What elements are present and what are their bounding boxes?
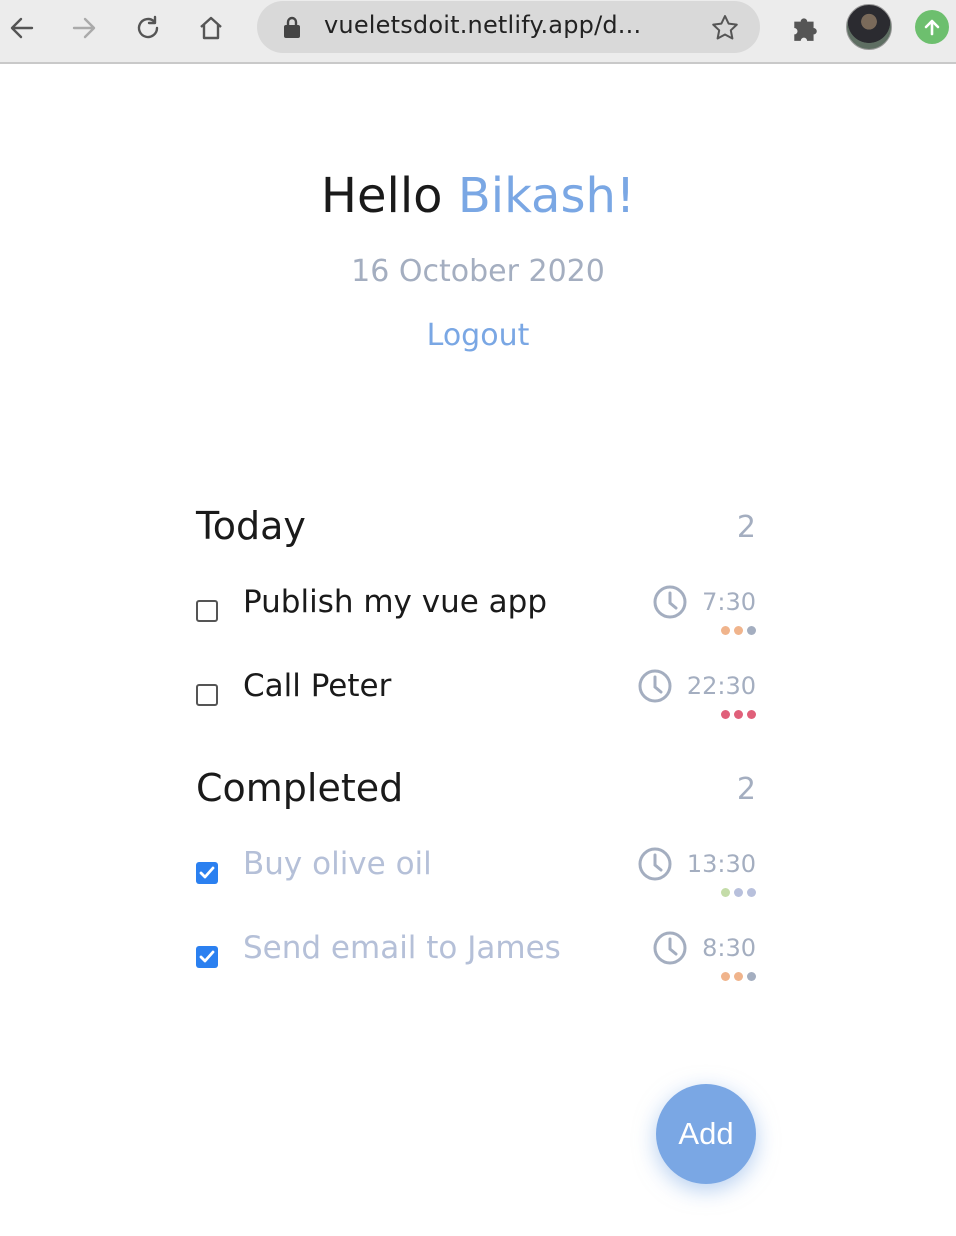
update-button[interactable]	[915, 10, 949, 44]
task-time-text: 7:30	[702, 588, 756, 616]
task-item: Buy olive oil 13:30	[196, 846, 756, 912]
task-time: 8:30	[652, 928, 756, 968]
checkmark-icon	[199, 866, 215, 879]
task-label: Publish my vue app	[243, 584, 548, 620]
task-item: Send email to James 8:30	[196, 930, 756, 996]
priority-dot	[734, 888, 743, 897]
priority-dot	[721, 972, 730, 981]
priority-dots	[721, 888, 756, 897]
browser-toolbar: vueletsdoit.netlify.app/d...	[0, 0, 956, 64]
checkmark-icon	[199, 950, 215, 963]
clock-icon	[638, 669, 672, 703]
url-text: vueletsdoit.netlify.app/d...	[324, 11, 642, 39]
address-bar[interactable]: vueletsdoit.netlify.app/d...	[257, 1, 760, 53]
section-count-today: 2	[736, 510, 756, 545]
clock-icon	[638, 847, 672, 881]
priority-dot	[747, 888, 756, 897]
task-time: 7:30	[652, 582, 756, 622]
home-icon	[200, 16, 222, 40]
priority-dot	[734, 626, 743, 635]
priority-dot	[734, 710, 743, 719]
priority-dots	[721, 626, 756, 635]
logout-link[interactable]: Logout	[0, 318, 956, 353]
clock-icon	[653, 585, 687, 619]
priority-dot	[734, 972, 743, 981]
puzzle-icon	[794, 18, 817, 41]
task-checkbox[interactable]	[196, 946, 218, 968]
priority-dots	[721, 972, 756, 981]
task-checkbox[interactable]	[196, 684, 218, 706]
add-task-button[interactable]: Add	[656, 1084, 756, 1184]
greeting-text: Hello	[320, 168, 443, 224]
priority-dot	[721, 710, 730, 719]
star-icon[interactable]	[710, 13, 740, 43]
task-time-text: 22:30	[686, 672, 756, 700]
task-label: Call Peter	[243, 668, 392, 704]
priority-dots	[721, 710, 756, 719]
task-item: Publish my vue app 7:30	[196, 584, 756, 650]
reload-button[interactable]	[126, 6, 170, 50]
lock-icon	[284, 16, 300, 38]
current-date: 16 October 2020	[351, 254, 605, 289]
task-time: 22:30	[637, 666, 756, 706]
forward-button[interactable]	[62, 6, 106, 50]
priority-dot	[747, 972, 756, 981]
task-checkbox[interactable]	[196, 600, 218, 622]
priority-dot	[721, 888, 730, 897]
task-label: Buy olive oil	[243, 846, 432, 882]
back-button[interactable]	[0, 6, 44, 50]
section-title-today: Today	[196, 504, 306, 548]
section-title-completed: Completed	[196, 766, 404, 810]
task-time-text: 13:30	[686, 850, 756, 878]
arrow-left-icon	[10, 17, 34, 39]
task-checkbox[interactable]	[196, 862, 218, 884]
priority-dot	[747, 710, 756, 719]
task-time: 13:30	[637, 844, 756, 884]
reload-icon	[137, 15, 159, 39]
task-time-text: 8:30	[702, 934, 756, 962]
task-label: Send email to James	[243, 930, 561, 966]
clock-icon	[653, 931, 687, 965]
greeting-heading: Hello Bikash!	[0, 168, 956, 224]
arrow-up-icon	[924, 19, 940, 36]
section-count-completed: 2	[736, 772, 756, 807]
task-item: Call Peter 22:30	[196, 668, 756, 734]
extensions-button[interactable]	[785, 8, 825, 48]
user-name: Bikash!	[457, 168, 636, 224]
arrow-right-icon	[72, 17, 96, 39]
priority-dot	[747, 626, 756, 635]
home-button[interactable]	[189, 6, 233, 50]
priority-dot	[721, 626, 730, 635]
profile-avatar[interactable]	[846, 4, 892, 50]
